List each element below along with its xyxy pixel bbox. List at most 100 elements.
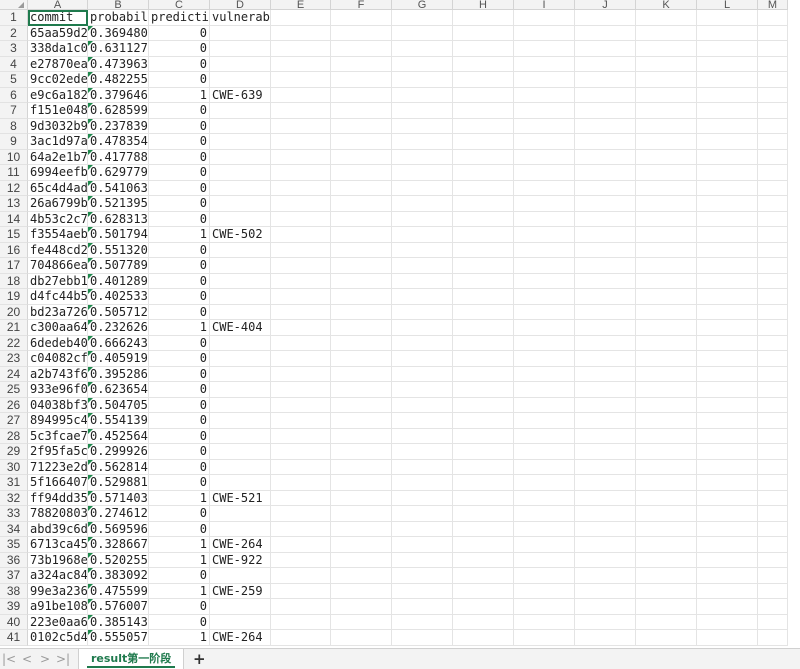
cell-m[interactable]	[758, 320, 788, 336]
cell-i[interactable]	[514, 56, 575, 72]
cell-b[interactable]: 0.40591997	[88, 351, 149, 367]
cell-g[interactable]	[392, 428, 453, 444]
cell-h[interactable]	[453, 428, 514, 444]
cell-h[interactable]	[453, 25, 514, 41]
cell-h[interactable]	[453, 521, 514, 537]
cell-h[interactable]	[453, 72, 514, 88]
cell-c[interactable]: 1	[149, 227, 210, 243]
cell-i[interactable]	[514, 180, 575, 196]
cell-b[interactable]: 0.55132015	[88, 242, 149, 258]
cell-k[interactable]	[636, 366, 697, 382]
row-header[interactable]: 6	[0, 87, 28, 103]
cell-i[interactable]	[514, 72, 575, 88]
cell-m[interactable]	[758, 56, 788, 72]
cell-e[interactable]	[271, 583, 331, 599]
cell-h[interactable]	[453, 413, 514, 429]
cell-d[interactable]	[210, 118, 271, 134]
cell-h[interactable]	[453, 475, 514, 491]
cell-k[interactable]	[636, 351, 697, 367]
cell-h[interactable]	[453, 335, 514, 351]
cell-j[interactable]	[575, 444, 636, 460]
cell-k[interactable]	[636, 10, 697, 26]
cell-c[interactable]: 1	[149, 630, 210, 646]
cell-i[interactable]	[514, 165, 575, 181]
cell-g[interactable]	[392, 258, 453, 274]
cell-j[interactable]	[575, 397, 636, 413]
cell-i[interactable]	[514, 413, 575, 429]
cell-l[interactable]	[697, 397, 758, 413]
cell-i[interactable]	[514, 258, 575, 274]
row-header[interactable]: 31	[0, 475, 28, 491]
cell-e[interactable]	[271, 149, 331, 165]
row-header[interactable]: 11	[0, 165, 28, 181]
cell-c[interactable]: 0	[149, 165, 210, 181]
cell-f[interactable]	[331, 10, 392, 26]
cell-h[interactable]	[453, 490, 514, 506]
cell-h[interactable]	[453, 459, 514, 475]
cell-e[interactable]	[271, 521, 331, 537]
row-header[interactable]: 19	[0, 289, 28, 305]
cell-a[interactable]: c300aa64d	[28, 320, 88, 336]
cell-e[interactable]	[271, 599, 331, 615]
cell-b[interactable]: 0.52988112	[88, 475, 149, 491]
cell-h[interactable]	[453, 242, 514, 258]
cell-b[interactable]: 0.62977909	[88, 165, 149, 181]
cell-k[interactable]	[636, 25, 697, 41]
cell-e[interactable]	[271, 537, 331, 553]
cell-j[interactable]	[575, 149, 636, 165]
cell-c[interactable]: 0	[149, 304, 210, 320]
cell-b[interactable]: 0.62859954	[88, 103, 149, 119]
cell-f[interactable]	[331, 444, 392, 460]
cell-c[interactable]: 0	[149, 366, 210, 382]
cell-l[interactable]	[697, 149, 758, 165]
cell-b[interactable]: 0.29992644	[88, 444, 149, 460]
cell-b[interactable]: 0.63112703	[88, 41, 149, 57]
cell-e[interactable]	[271, 490, 331, 506]
cell-m[interactable]	[758, 397, 788, 413]
cell-h[interactable]	[453, 87, 514, 103]
cell-i[interactable]	[514, 103, 575, 119]
cell-b[interactable]: 0.56281468	[88, 459, 149, 475]
sheet-tab-result[interactable]: result第一阶段	[78, 648, 185, 669]
cell-d[interactable]	[210, 56, 271, 72]
cell-k[interactable]	[636, 165, 697, 181]
cell-k[interactable]	[636, 289, 697, 305]
cell-l[interactable]	[697, 304, 758, 320]
cell-j[interactable]	[575, 537, 636, 553]
cell-m[interactable]	[758, 614, 788, 630]
cell-m[interactable]	[758, 118, 788, 134]
cell-k[interactable]	[636, 506, 697, 522]
cell-f[interactable]	[331, 134, 392, 150]
row-header[interactable]: 2	[0, 25, 28, 41]
cell-g[interactable]	[392, 227, 453, 243]
cell-c[interactable]: 0	[149, 180, 210, 196]
cell-d[interactable]	[210, 258, 271, 274]
row-header[interactable]: 8	[0, 118, 28, 134]
cell-a[interactable]: 65c4d4ad3	[28, 180, 88, 196]
cell-f[interactable]	[331, 227, 392, 243]
cell-j[interactable]	[575, 103, 636, 119]
cell-l[interactable]	[697, 583, 758, 599]
cell-d[interactable]: CWE-264	[210, 537, 271, 553]
cell-j[interactable]	[575, 630, 636, 646]
cell-e[interactable]	[271, 258, 331, 274]
cell-h[interactable]	[453, 599, 514, 615]
cell-b[interactable]: 0.45256431	[88, 428, 149, 444]
cell-k[interactable]	[636, 537, 697, 553]
column-header-l[interactable]: L	[697, 0, 758, 10]
cell-g[interactable]	[392, 459, 453, 475]
cell-i[interactable]	[514, 304, 575, 320]
cell-h[interactable]	[453, 537, 514, 553]
row-header[interactable]: 25	[0, 382, 28, 398]
cell-f[interactable]	[331, 103, 392, 119]
cell-g[interactable]	[392, 72, 453, 88]
cell-l[interactable]	[697, 475, 758, 491]
cell-m[interactable]	[758, 630, 788, 646]
cell-m[interactable]	[758, 165, 788, 181]
cell-m[interactable]	[758, 366, 788, 382]
cell-m[interactable]	[758, 149, 788, 165]
cell-c[interactable]: 0	[149, 614, 210, 630]
column-header-h[interactable]: H	[453, 0, 514, 10]
cell-a[interactable]: 26a6799b9	[28, 196, 88, 212]
cell-b[interactable]: 0.62831377	[88, 211, 149, 227]
